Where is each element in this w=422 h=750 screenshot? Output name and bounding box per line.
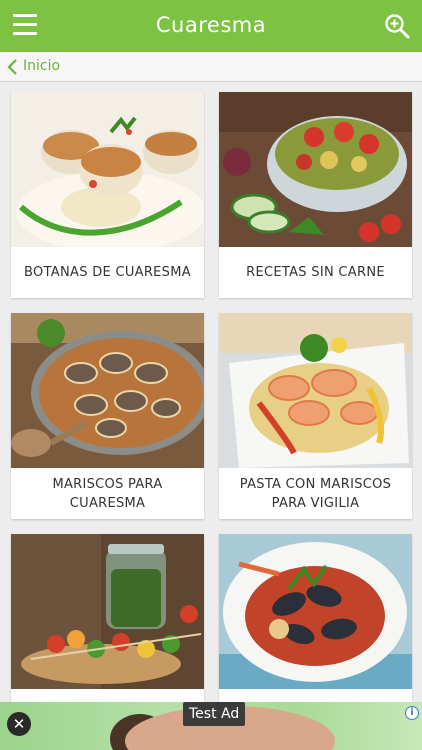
category-card[interactable]	[11, 534, 204, 702]
category-label: PASTA CON MARISCOS PARA VIGILIA	[239, 476, 392, 511]
page-title: Cuaresma	[155, 13, 267, 37]
category-label: MARISCOS PARA CUARESMA	[52, 476, 163, 511]
category-label: BOTANAS DE CUARESMA	[24, 265, 191, 280]
ad-label: Test Ad	[183, 702, 246, 726]
category-card[interactable]: PASTA CON MARISCOS PARA VIGILIA	[219, 313, 412, 519]
category-image	[219, 534, 412, 689]
category-image	[219, 313, 412, 468]
zoom-in-search-icon[interactable]	[384, 13, 410, 39]
category-card[interactable]: MARISCOS PARA CUARESMA	[11, 313, 204, 519]
category-card[interactable]: BOTANAS DE CUARESMA	[11, 92, 204, 298]
ad-banner[interactable]: ✕ Test Ad i	[0, 702, 422, 750]
breadcrumb-home-link[interactable]: Inicio	[23, 58, 60, 74]
category-label: RECETAS SIN CARNE	[246, 265, 385, 280]
close-icon[interactable]: ✕	[7, 712, 31, 736]
category-image	[11, 92, 204, 247]
category-image	[11, 534, 204, 689]
category-image	[219, 92, 412, 247]
chevron-left-icon[interactable]	[6, 59, 18, 75]
category-image	[11, 313, 204, 468]
breadcrumb: Inicio	[0, 52, 422, 82]
info-icon[interactable]: i	[405, 706, 419, 720]
category-card[interactable]: RECETAS SIN CARNE	[219, 92, 412, 298]
category-card[interactable]	[219, 534, 412, 702]
app-header: Cuaresma	[0, 0, 422, 52]
